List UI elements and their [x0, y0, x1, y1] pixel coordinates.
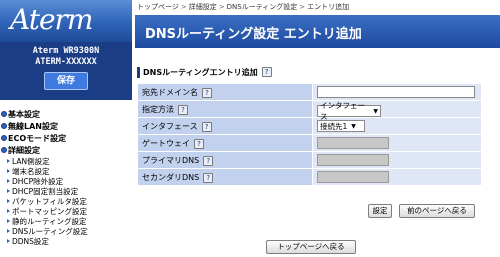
form-row-primary-dns: プライマリDNS? — [137, 151, 482, 169]
model-panel: Aterm WR9300N ATERM-XXXXXX 保存 — [0, 42, 132, 100]
method-label-cell: 指定方法? — [137, 100, 313, 118]
menu-port-mapping[interactable]: ポートマッピング設定 — [0, 206, 132, 216]
menu-packet-filter[interactable]: パケットフィルタ設定 — [0, 196, 132, 206]
entry-form: 宛先ドメイン名? 指定方法? インタフェース ▼ インタフェース? 接続先1 ▼ ゲ… — [137, 83, 482, 186]
bullet-icon — [1, 123, 7, 129]
bullet-icon — [1, 135, 7, 141]
page-title: DNSルーティング設定 エントリ追加 — [145, 27, 362, 42]
secondary-dns-input — [317, 170, 389, 183]
side-menu: 基本設定 無線LAN設定 ECOモード設定 詳細設定 LAN側設定 端末名設定 … — [0, 108, 132, 246]
menu-advanced-settings[interactable]: 詳細設定 — [0, 144, 132, 156]
form-row-gateway: ゲートウェイ? — [137, 134, 482, 152]
aterm-logo: Aterm — [10, 3, 93, 36]
breadcrumb-top[interactable]: トップページ — [137, 3, 179, 11]
interface-selected: 接続先1 — [320, 121, 348, 131]
breadcrumb-current: エントリ追加 — [307, 3, 350, 11]
breadcrumb-separator: > — [218, 3, 225, 11]
primary-dns-value-cell — [312, 151, 482, 169]
triangle-right-icon — [7, 199, 10, 203]
form-row-secondary-dns: セカンダリDNS? — [137, 168, 482, 186]
form-row-interface: インタフェース? 接続先1 ▼ — [137, 117, 482, 135]
menu-wireless-lan[interactable]: 無線LAN設定 — [0, 120, 132, 132]
menu-static-routing[interactable]: 静的ルーティング設定 — [0, 216, 132, 226]
help-icon[interactable]: ? — [203, 155, 214, 166]
domain-value-cell — [312, 83, 482, 101]
iface-label-cell: インタフェース? — [137, 117, 313, 135]
menu-ddns[interactable]: DDNS設定 — [0, 236, 132, 246]
breadcrumb: トップページ > 詳細設定 > DNSルーティング設定 > エントリ追加 — [137, 2, 349, 12]
help-icon[interactable]: ? — [202, 87, 212, 98]
menu-dhcp-exclude[interactable]: DHCP除外設定 — [0, 176, 132, 186]
form-row-domain: 宛先ドメイン名? — [137, 83, 482, 101]
primary-dns-label: プライマリDNS — [142, 155, 200, 165]
help-icon[interactable]: ? — [203, 172, 214, 183]
help-icon[interactable]: ? — [194, 138, 204, 149]
menu-dhcp-fixed[interactable]: DHCP固定割当設定 — [0, 186, 132, 196]
method-select[interactable]: インタフェース ▼ — [317, 101, 381, 121]
breadcrumb-dns-routing[interactable]: DNSルーティング設定 — [227, 3, 298, 11]
triangle-right-icon — [7, 219, 10, 223]
menu-label: 基本設定 — [8, 109, 40, 119]
triangle-right-icon — [7, 179, 10, 183]
breadcrumb-separator: > — [180, 3, 187, 11]
brand-header: Aterm — [0, 0, 132, 42]
primary-dns-input — [317, 153, 389, 166]
save-button[interactable]: 保存 — [44, 72, 88, 90]
primary-dns-label-cell: プライマリDNS? — [137, 151, 313, 169]
page-title-bar: DNSルーティング設定 エントリ追加 — [135, 15, 500, 48]
menu-label: 詳細設定 — [8, 145, 40, 155]
iface-label: インタフェース — [142, 121, 198, 131]
sidebar: Aterm Aterm WR9300N ATERM-XXXXXX 保存 基本設定… — [0, 0, 132, 257]
menu-dns-routing[interactable]: DNSルーティング設定 — [0, 226, 132, 236]
iface-value-cell: 接続先1 ▼ — [312, 117, 482, 135]
section-marker — [137, 66, 140, 78]
gateway-input — [317, 136, 389, 149]
triangle-right-icon — [7, 229, 10, 233]
back-to-previous-button[interactable]: 前のページへ戻る — [399, 204, 475, 218]
help-icon[interactable]: ? — [261, 67, 272, 77]
dropdown-arrow-icon: ▼ — [373, 107, 378, 115]
form-row-method: 指定方法? インタフェース ▼ — [137, 100, 482, 121]
secondary-dns-label: セカンダリDNS — [142, 172, 200, 182]
set-button[interactable]: 設定 — [368, 204, 392, 218]
secondary-dns-value-cell — [312, 168, 482, 186]
gateway-value-cell — [312, 134, 482, 152]
breadcrumb-advanced[interactable]: 詳細設定 — [189, 3, 217, 11]
menu-lan-side[interactable]: LAN側設定 — [0, 156, 132, 166]
model-name: Aterm WR9300N — [32, 46, 100, 56]
triangle-right-icon — [7, 209, 10, 213]
triangle-right-icon — [7, 159, 10, 163]
dropdown-arrow-icon: ▼ — [351, 122, 356, 130]
gateway-label-cell: ゲートウェイ? — [137, 134, 313, 152]
domain-name-input[interactable] — [317, 85, 475, 98]
help-icon[interactable]: ? — [201, 121, 212, 132]
triangle-right-icon — [7, 169, 10, 173]
back-to-top-button[interactable]: トップページへ戻る — [266, 240, 356, 254]
interface-select[interactable]: 接続先1 ▼ — [317, 120, 365, 132]
domain-label: 宛先ドメイン名 — [142, 87, 198, 97]
triangle-right-icon — [7, 239, 10, 243]
section-heading: DNSルーティングエントリ追加 ? — [137, 66, 272, 78]
menu-label: 無線LAN設定 — [8, 121, 58, 131]
method-value-cell: インタフェース ▼ — [312, 100, 482, 121]
gateway-label: ゲートウェイ — [142, 138, 190, 148]
menu-basic-settings[interactable]: 基本設定 — [0, 108, 132, 120]
menu-sub-label: DDNS設定 — [12, 236, 49, 246]
section-title: DNSルーティングエントリ追加 — [143, 67, 258, 77]
breadcrumb-separator: > — [299, 3, 306, 11]
bullet-icon — [1, 111, 7, 117]
menu-label: ECOモード設定 — [8, 133, 67, 143]
bullet-icon — [1, 147, 7, 153]
domain-label-cell: 宛先ドメイン名? — [137, 83, 313, 101]
triangle-right-icon — [7, 189, 10, 193]
method-label: 指定方法 — [142, 104, 174, 114]
menu-eco-mode[interactable]: ECOモード設定 — [0, 132, 132, 144]
menu-terminal-name[interactable]: 端末名設定 — [0, 166, 132, 176]
help-icon[interactable]: ? — [178, 104, 188, 115]
device-id: ATERM-XXXXXX — [35, 57, 97, 67]
method-selected: インタフェース — [320, 101, 365, 121]
secondary-dns-label-cell: セカンダリDNS? — [137, 168, 313, 186]
